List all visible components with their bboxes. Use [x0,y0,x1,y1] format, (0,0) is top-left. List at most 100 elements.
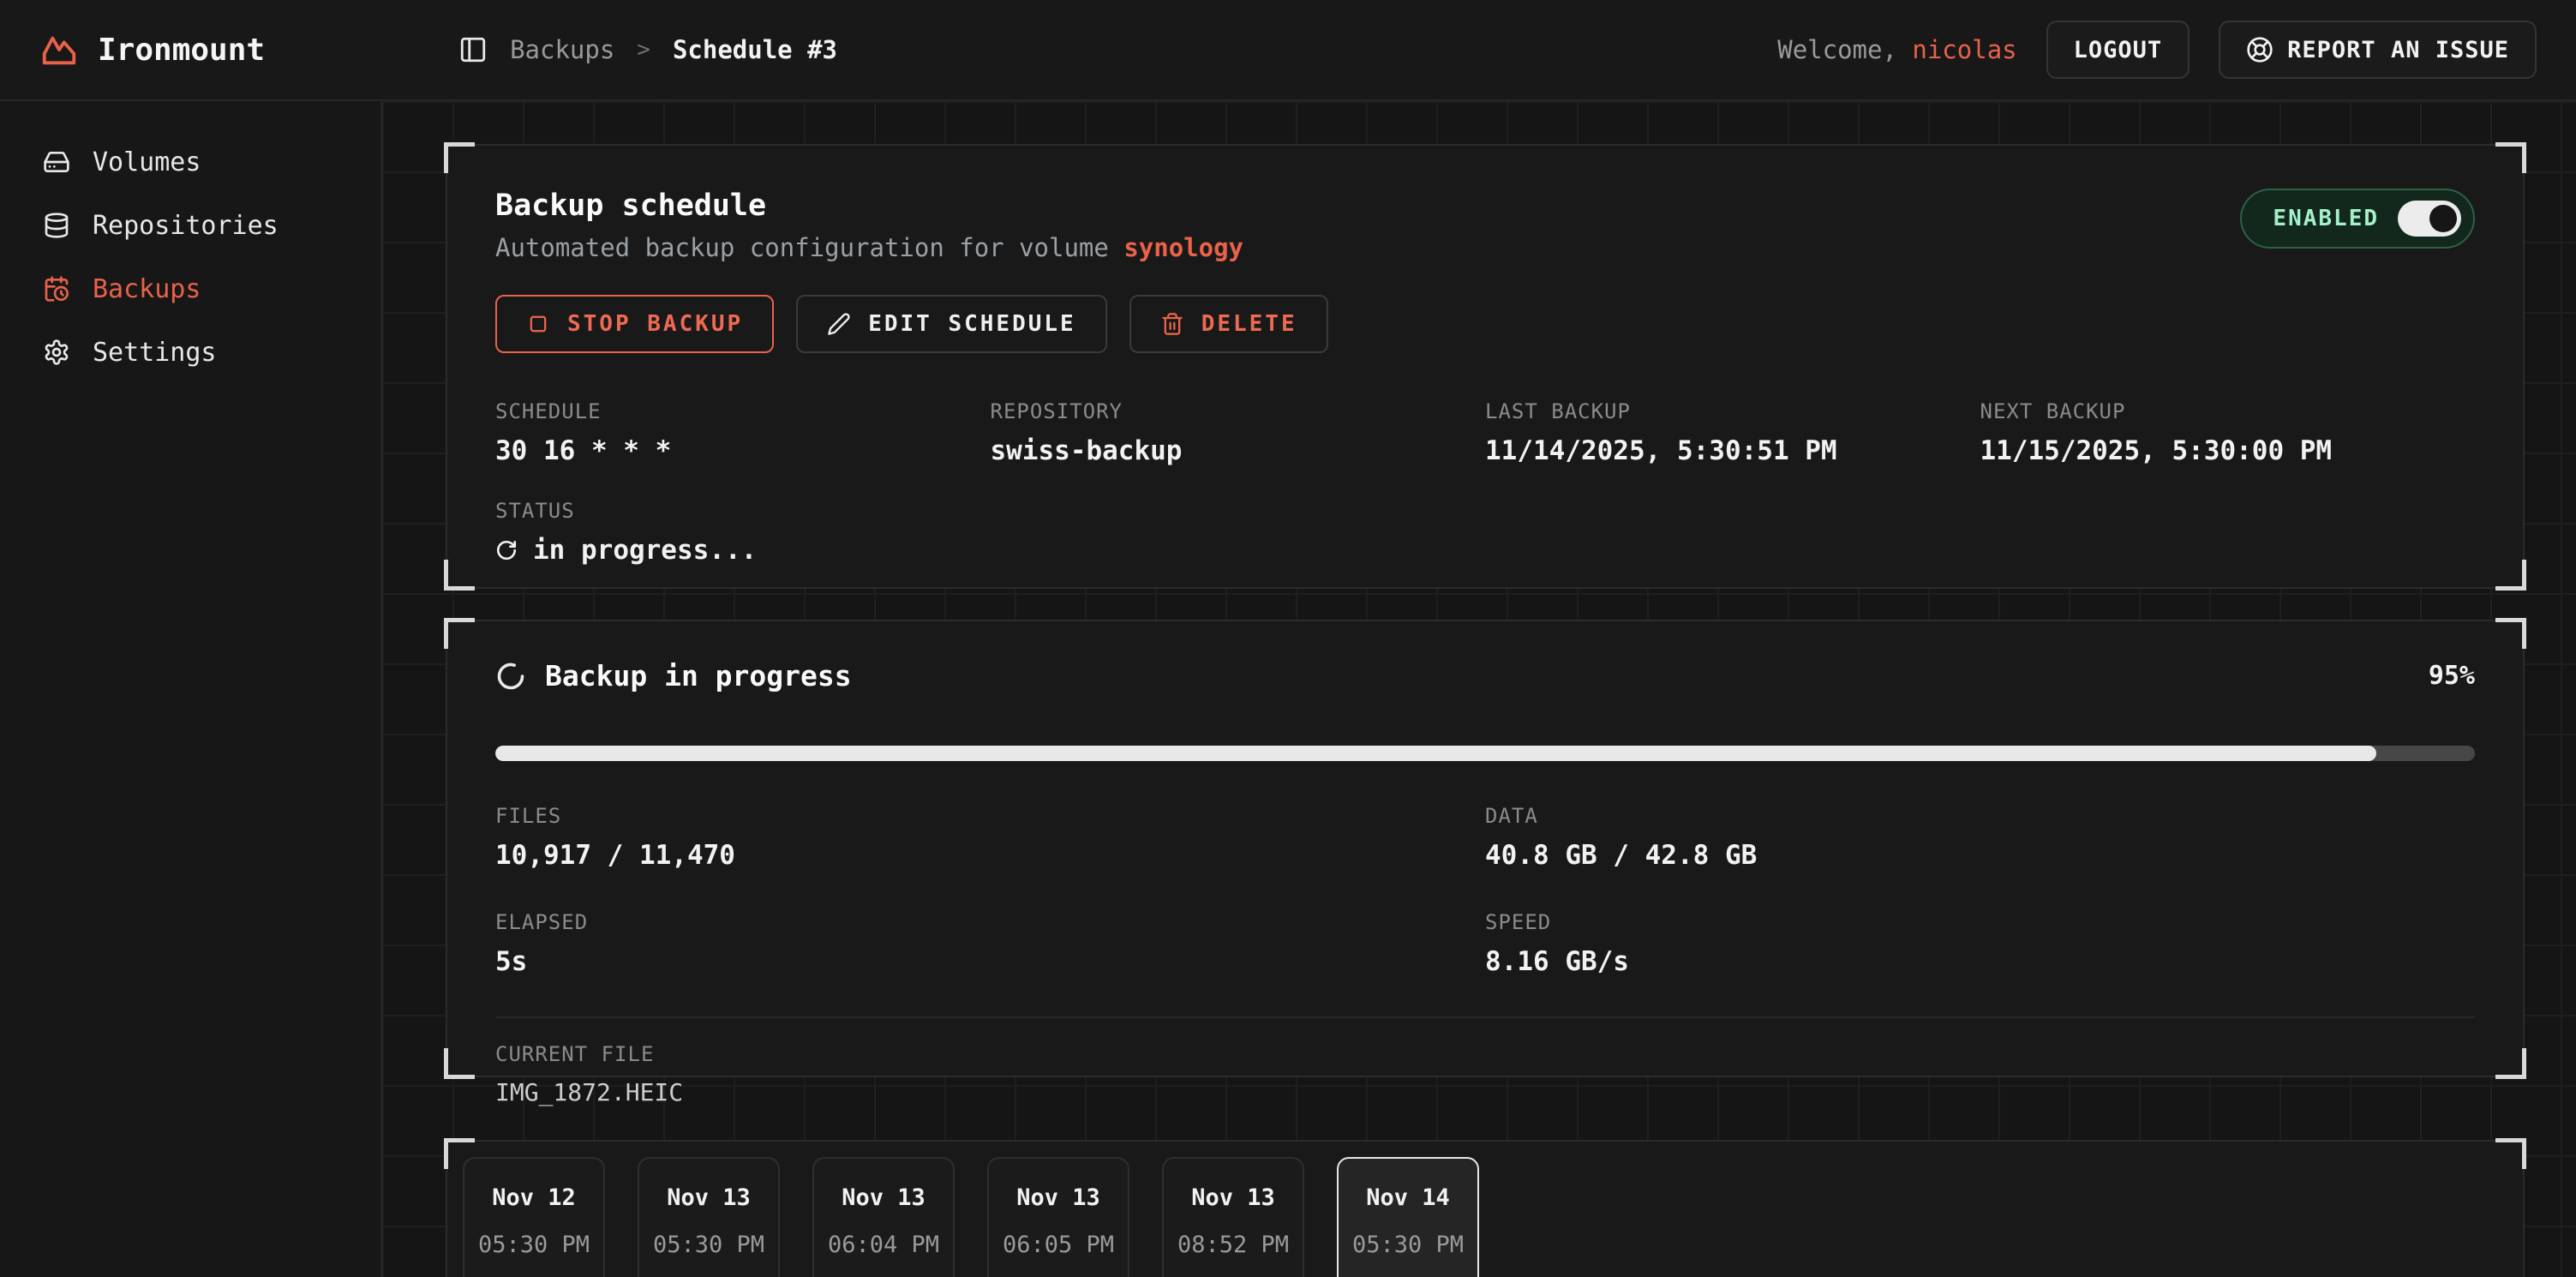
main-content: Backup schedule Automated backup configu… [382,101,2576,1277]
mountain-logo-icon [39,30,79,69]
history-date: Nov 13 [814,1184,953,1211]
app-title: Ironmount [98,33,265,68]
gear-icon [43,339,70,366]
topbar: Ironmount Backups > Schedule #3 Welcome,… [0,0,2576,101]
field-value: 11/15/2025, 5:30:00 PM [1980,435,2476,466]
backup-history-card: Nov 12 05:30 PM 92.2 GB Nov 13 05:30 PM … [446,1140,2525,1277]
enabled-toggle[interactable]: ENABLED [2240,189,2475,249]
lifebuoy-icon [2246,36,2273,63]
backup-schedule-card: Backup schedule Automated backup configu… [446,144,2525,589]
corner-bracket [444,560,475,591]
username: nicolas [1912,35,2016,64]
status-label: STATUS [495,499,2475,523]
field-label: LAST BACKUP [1485,399,1980,423]
history-item[interactable]: Nov 13 06:04 PM 92.2 GB [812,1157,955,1277]
field-next-backup: NEXT BACKUP 11/15/2025, 5:30:00 PM [1980,399,2476,466]
logout-label: LOGOUT [2074,37,2163,63]
pencil-icon [827,312,851,336]
field-schedule: SCHEDULE 30 16 * * * [495,399,991,466]
history-date: Nov 13 [1164,1184,1303,1211]
stop-backup-button[interactable]: STOP BACKUP [495,295,774,353]
corner-bracket [444,1138,475,1169]
status-block: STATUS in progress... [495,499,2475,566]
progress-stats: FILES 10,917 / 11,470 DATA 40.8 GB / 42.… [495,804,2475,977]
corner-bracket [2495,1048,2526,1079]
sidebar-item-label: Backups [93,274,201,304]
corner-bracket [2495,142,2526,173]
history-item[interactable]: Nov 13 06:05 PM 92.2 GB [987,1157,1129,1277]
card-title: Backup schedule [495,189,1243,223]
stop-icon [526,312,550,336]
delete-button[interactable]: DELETE [1129,295,1328,353]
stat-label: DATA [1485,804,2475,828]
topbar-right: Welcome, nicolas LOGOUT REPORT AN ISSUE [1777,21,2537,79]
stat-value: 10,917 / 11,470 [495,840,1485,871]
backup-progress-card: Backup in progress 95% FILES 10,917 / 11… [446,620,2525,1077]
progress-title: Backup in progress [545,659,852,692]
toggle-switch[interactable] [2398,201,2461,237]
field-label: NEXT BACKUP [1980,399,2476,423]
stat-speed: SPEED 8.16 GB/s [1485,910,2475,977]
history-date: Nov 13 [989,1184,1128,1211]
stat-value: 8.16 GB/s [1485,946,2475,977]
history-item[interactable]: Nov 13 08:52 PM 92.2 GB [1162,1157,1304,1277]
stat-label: SPEED [1485,910,2475,934]
stat-label: ELAPSED [495,910,1485,934]
trash-icon [1160,312,1184,336]
corner-bracket [2495,560,2526,591]
current-file-value: IMG_1872.HEIC [495,1078,2475,1106]
stat-elapsed: ELAPSED 5s [495,910,1485,977]
history-time: 08:52 PM [1164,1232,1303,1258]
panel-left-icon[interactable] [458,35,488,64]
edit-schedule-button[interactable]: EDIT SCHEDULE [796,295,1107,353]
breadcrumb-current: Schedule #3 [673,35,837,64]
brand: Ironmount [39,30,265,69]
breadcrumb-separator: > [637,37,650,63]
database-icon [43,212,70,239]
stat-data: DATA 40.8 GB / 42.8 GB [1485,804,2475,871]
history-item[interactable]: Nov 12 05:30 PM 92.2 GB [463,1157,605,1277]
history-time: 06:05 PM [989,1232,1128,1258]
subtitle-prefix: Automated backup configuration for volum… [495,233,1123,262]
corner-bracket [444,1048,475,1079]
history-date: Nov 14 [1339,1184,1477,1211]
corner-bracket [444,142,475,173]
field-repository: REPOSITORY swiss-backup [991,399,1486,466]
welcome-text: Welcome, nicolas [1777,35,2016,64]
enabled-label: ENABLED [2273,206,2379,231]
report-issue-button[interactable]: REPORT AN ISSUE [2219,21,2537,79]
field-label: SCHEDULE [495,399,991,423]
logout-button[interactable]: LOGOUT [2046,21,2190,79]
corner-bracket [444,618,475,649]
history-list: Nov 12 05:30 PM 92.2 GB Nov 13 05:30 PM … [463,1157,2507,1277]
history-time: 05:30 PM [1339,1232,1477,1258]
sidebar-item-settings[interactable]: Settings [0,321,380,384]
history-item[interactable]: Nov 13 05:30 PM 92.2 GB [638,1157,780,1277]
field-label: REPOSITORY [991,399,1486,423]
schedule-heading: Backup schedule Automated backup configu… [495,189,1243,262]
history-item-selected[interactable]: Nov 14 05:30 PM 92.2 GB [1337,1157,1479,1277]
sidebar-item-label: Volumes [93,147,201,177]
report-issue-label: REPORT AN ISSUE [2287,37,2509,63]
welcome-prefix: Welcome, [1777,35,1912,64]
current-file-label: CURRENT FILE [495,1042,2475,1066]
stat-value: 5s [495,946,1485,977]
sidebar-item-backups[interactable]: Backups [0,257,380,321]
progress-percent: 95% [2429,661,2475,691]
sidebar-item-volumes[interactable]: Volumes [0,130,380,194]
hard-drive-icon [43,148,70,176]
field-value: swiss-backup [991,435,1486,466]
sidebar-item-label: Repositories [93,211,279,241]
sidebar: Volumes Repositories Backups [0,101,382,1277]
spinner-icon [495,539,518,561]
sidebar-item-label: Settings [93,338,217,368]
breadcrumb-backups-link[interactable]: Backups [510,35,614,64]
divider [495,1016,2475,1018]
stat-files: FILES 10,917 / 11,470 [495,804,1485,871]
stat-label: FILES [495,804,1485,828]
field-value: 30 16 * * * [495,435,991,466]
calendar-clock-icon [43,275,70,303]
sidebar-item-repositories[interactable]: Repositories [0,194,380,257]
corner-bracket [2495,618,2526,649]
current-file-block: CURRENT FILE IMG_1872.HEIC [495,1042,2475,1106]
